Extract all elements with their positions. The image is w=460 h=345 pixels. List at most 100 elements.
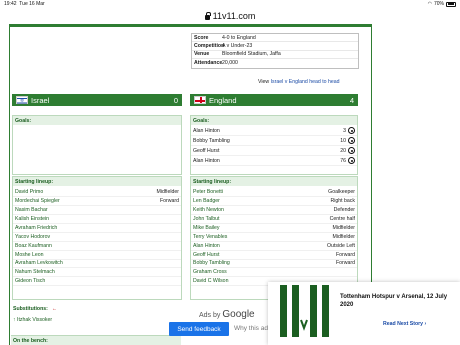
- home-team-score: 0: [173, 95, 178, 105]
- away-goals-list: Alan Hinton 3 Bobby Tambling 10 Geoff Hurs…: [191, 126, 357, 166]
- home-goals-section: Goals:: [12, 115, 182, 175]
- player-row: Terry Venables Midfielder: [191, 233, 357, 242]
- football-icon: [348, 127, 355, 134]
- player-row: Graham Cross: [191, 268, 357, 278]
- player-name[interactable]: Mordechai Spiegler: [15, 198, 160, 204]
- player-name[interactable]: Geoff Hurst: [193, 252, 336, 258]
- player-position: Midfielder: [332, 224, 356, 231]
- send-feedback-button[interactable]: Send feedback: [169, 322, 229, 336]
- football-icon: [348, 157, 355, 164]
- goal-scorer[interactable]: Bobby Tambling: [193, 138, 332, 144]
- popup-story-title[interactable]: Tottenham Hotspur v Arsenal, 12 July 202…: [340, 293, 458, 309]
- goal-row: Bobby Tambling 10: [191, 136, 357, 146]
- goal-row: Geoff Hurst 20: [191, 146, 357, 156]
- player-name[interactable]: Gideon Tisch: [15, 278, 179, 284]
- away-lineup-heading: Starting lineup:: [191, 177, 357, 186]
- substitutions-heading: Substitutions:: [13, 306, 48, 312]
- player-name[interactable]: Graham Cross: [193, 269, 355, 275]
- goal-minute: 76: [340, 157, 346, 164]
- player-name[interactable]: Len Badger: [193, 198, 330, 204]
- info-key: Score: [194, 34, 209, 41]
- info-row: Competition A v Under-23: [192, 42, 358, 51]
- goal-scorer[interactable]: Alan Hinton: [193, 128, 332, 134]
- player-name[interactable]: Nasim Bachar: [15, 207, 179, 213]
- player-row: Avraham Friedrich: [13, 224, 181, 233]
- sub-in-icon: ↑: [13, 317, 16, 323]
- player-name[interactable]: Avraham Levkowitch: [15, 260, 179, 266]
- goal-scorer[interactable]: Geoff Hurst: [193, 148, 332, 154]
- player-name[interactable]: Alan Hinton: [193, 243, 327, 249]
- home-lineup-list: David Primo Midfielder Mordechai Spiegler…: [13, 188, 181, 287]
- player-name[interactable]: John Talbut: [193, 216, 330, 222]
- goal-minute: 3: [343, 127, 346, 134]
- player-row: Nasim Bachar: [13, 206, 181, 215]
- info-key: Competition: [194, 43, 225, 50]
- info-value: Bloomfield Stadium, Jaffa: [222, 51, 281, 58]
- away-team-name[interactable]: England: [209, 96, 350, 105]
- goal-scorer[interactable]: Alan Hinton: [193, 158, 332, 164]
- battery-icon: [446, 1, 456, 7]
- player-position: Right back: [330, 197, 355, 204]
- ads-by-google: Ads by Google: [199, 309, 255, 320]
- player-position: Outside Left: [327, 242, 355, 249]
- player-name[interactable]: Keith Newton: [193, 207, 334, 213]
- player-name[interactable]: Yacov Hodorov: [15, 234, 179, 240]
- player-row: Peter Bonetti Goalkeeper: [191, 188, 357, 197]
- player-name[interactable]: David Primo: [15, 189, 157, 195]
- england-flag-icon: [194, 96, 206, 104]
- next-story-popup[interactable]: Tottenham Hotspur v Arsenal, 12 July 202…: [268, 282, 460, 345]
- info-key: Venue: [194, 51, 210, 58]
- goal-minute: 20: [340, 147, 346, 154]
- home-team-name[interactable]: Israel: [31, 96, 174, 105]
- player-name[interactable]: Bobby Tambling: [193, 260, 336, 266]
- israel-flag-icon: [16, 96, 28, 105]
- player-name[interactable]: Peter Bonetti: [193, 189, 328, 195]
- player-row: Bobby Tambling Forward: [191, 260, 357, 269]
- substitute-name[interactable]: Itzhak Vissoker: [17, 317, 52, 323]
- read-next-story-link[interactable]: Read Next Story ›: [383, 321, 426, 327]
- info-row: Score 4-0 to England: [192, 34, 358, 43]
- match-info-table: Score 4-0 to England Competition A v Under…: [191, 33, 359, 69]
- football-icon: [348, 147, 355, 154]
- url-text: 11v11.com: [212, 11, 256, 21]
- sub-arrow-icon: ←: [51, 306, 58, 312]
- head-to-head-link[interactable]: Israel v England head to head: [271, 79, 340, 85]
- player-row: Moshe Leon: [13, 251, 181, 260]
- 11v11-logo-icon: [280, 285, 329, 337]
- why-this-ad-link[interactable]: Why this ad: [234, 325, 268, 332]
- player-position: Forward: [335, 251, 355, 258]
- player-row: Mordechai Spiegler Forward: [13, 197, 181, 206]
- player-name[interactable]: Mike Bailey: [193, 225, 333, 231]
- football-icon: [348, 137, 355, 144]
- home-team-header: Israel 0: [12, 94, 182, 106]
- url-bar[interactable]: 11v11.com: [0, 9, 460, 23]
- info-value: 20,000: [222, 60, 238, 67]
- player-name[interactable]: Avraham Friedrich: [15, 225, 179, 231]
- home-goals-heading: Goals:: [13, 116, 181, 125]
- status-bar: 19:42 Tue 16 Mar ◠ 70%: [0, 0, 460, 9]
- goal-row: Alan Hinton 3: [191, 126, 357, 136]
- status-time: 19:42 Tue 16 Mar: [4, 1, 45, 7]
- goal-row: Alan Hinton 76: [191, 156, 357, 166]
- top-divider: [10, 24, 371, 27]
- player-name[interactable]: Nahum Stelmach: [15, 269, 179, 275]
- ads-by-label: Ads by: [199, 312, 221, 319]
- player-position: Defender: [333, 206, 355, 213]
- away-lineup-list: Peter Bonetti Goalkeeper Len Badger Right …: [191, 188, 357, 287]
- player-row: Keith Newton Defender: [191, 206, 357, 215]
- player-row: Kalish Einstein: [13, 215, 181, 224]
- player-position: Forward: [159, 197, 179, 204]
- player-name[interactable]: Moshe Leon: [15, 252, 179, 258]
- player-name[interactable]: Terry Venables: [193, 234, 333, 240]
- head-to-head-line: View Israel v England head to head: [258, 79, 340, 85]
- player-row: Alan Hinton Outside Left: [191, 242, 357, 251]
- battery-label: 70%: [433, 1, 444, 7]
- lock-icon: [204, 11, 211, 20]
- player-row: Avraham Levkowitch: [13, 260, 181, 269]
- away-goals-heading: Goals:: [191, 116, 357, 125]
- player-name[interactable]: Kalish Einstein: [15, 216, 179, 222]
- player-position: Midfielder: [156, 188, 180, 195]
- player-name[interactable]: Boaz Kaufmann: [15, 243, 179, 249]
- info-value: 4-0 to England: [222, 34, 256, 41]
- home-substitutions: Substitutions: ← ↑ Itzhak Vissoker: [13, 306, 57, 323]
